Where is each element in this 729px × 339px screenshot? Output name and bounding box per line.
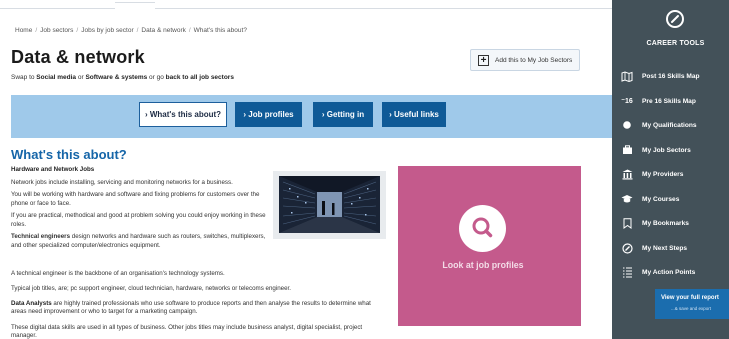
bold-term: Technical engineers [11, 233, 71, 241]
briefcase-icon [620, 144, 634, 156]
sidebar-item-my-providers[interactable]: My Providers [620, 166, 729, 182]
career-tools-sidebar: CAREER TOOLS Post 16 Skills Map ⁻16 Pre … [612, 0, 729, 339]
sidebar-item-my-job-sectors[interactable]: My Job Sectors [620, 142, 729, 158]
paragraph: Network jobs include installing, servici… [11, 178, 233, 186]
breadcrumb-home[interactable]: Home [15, 27, 32, 34]
promo-label: Look at job profiles [442, 260, 524, 270]
server-room-photo-frame [273, 171, 386, 239]
paragraph: Data Analysts are highly trained profess… [11, 300, 386, 317]
sidebar-item-label: Post 16 Skills Map [642, 72, 700, 80]
swap-link-social-media[interactable]: Social media [36, 74, 76, 81]
pre16-icon: ⁻16 [621, 98, 633, 105]
section-body: Hardware and Network Jobs Network jobs i… [11, 166, 268, 254]
search-icon [459, 205, 506, 252]
sidebar-item-label: My Bookmarks [642, 219, 689, 227]
swap-link-software-systems[interactable]: Software & systems [85, 74, 147, 81]
sidebar-item-label: My Providers [642, 170, 684, 178]
graduation-cap-icon [620, 193, 634, 205]
paragraph: You will be working with hardware and so… [11, 191, 260, 207]
add-to-my-job-sectors-button[interactable]: + Add this to My Job Sectors [470, 49, 580, 71]
sidebar-item-pre16-skills-map[interactable]: ⁻16 Pre 16 Skills Map [620, 93, 729, 109]
breadcrumb-jobs-by-sector[interactable]: Jobs by job sector [81, 27, 133, 34]
server-room-photo [279, 176, 380, 233]
paragraph: Typical job titles, are; pc support engi… [11, 285, 291, 292]
tab-whats-this-about[interactable]: › What's this about? [139, 102, 227, 127]
sidebar-item-my-qualifications[interactable]: My Qualifications [620, 117, 729, 133]
swap-or-go: or go [147, 74, 166, 81]
sidebar-title: CAREER TOOLS [646, 40, 705, 47]
compass-icon [620, 242, 634, 254]
paragraph: A technical engineer is the backbone of … [11, 270, 225, 277]
sidebar-item-post16-skills-map[interactable]: Post 16 Skills Map [620, 68, 729, 84]
compass-logo-icon [666, 10, 684, 28]
top-tab-nub [115, 2, 155, 9]
sidebar-item-label: My Qualifications [642, 121, 697, 129]
paragraph: Technical engineers design networks and … [11, 233, 268, 250]
back-to-all-sectors-link[interactable]: back to all job sectors [166, 74, 234, 81]
job-profiles-promo-tile[interactable]: Look at job profiles [398, 166, 581, 326]
paragraph-text: are highly trained professionals who use… [11, 300, 371, 316]
tab-job-profiles[interactable]: › Job profiles [235, 102, 302, 127]
breadcrumb-current: What's this about? [193, 27, 247, 34]
sidebar-item-label: My Action Points [642, 268, 696, 276]
paragraph: If you are practical, methodical and goo… [11, 212, 266, 228]
breadcrumb-job-sectors[interactable]: Job sectors [40, 27, 73, 34]
sidebar-item-my-courses[interactable]: My Courses [620, 191, 729, 207]
paragraph: These digital data skills are used in al… [11, 324, 363, 339]
page-title: Data & network [11, 47, 145, 67]
sidebar-item-my-bookmarks[interactable]: My Bookmarks [620, 215, 729, 231]
top-divider [0, 0, 612, 9]
add-button-label: Add this to My Job Sectors [495, 56, 573, 64]
qualification-icon [620, 119, 634, 131]
bookmark-icon [620, 217, 634, 229]
sidebar-item-my-action-points[interactable]: My Action Points [620, 264, 729, 280]
swap-prefix: Swap to [11, 74, 37, 81]
institution-icon [620, 168, 634, 180]
tab-getting-in[interactable]: › Getting in [313, 102, 373, 127]
section-subheading: Hardware and Network Jobs [11, 166, 95, 173]
sidebar-item-label: Pre 16 Skills Map [642, 97, 696, 105]
plus-icon: + [478, 54, 489, 66]
sidebar-item-label: My Next Steps [642, 244, 688, 252]
tab-useful-links[interactable]: › Useful links [382, 102, 446, 127]
section-title: What's this about? [11, 147, 127, 162]
report-subtitle: ...& save and export [671, 306, 712, 311]
breadcrumb: Home / Job sectors / Jobs by job sector / Data… [15, 27, 247, 34]
checklist-icon [620, 266, 634, 278]
sidebar-item-label: My Courses [642, 195, 680, 203]
bold-term: Data Analysts [11, 300, 52, 307]
breadcrumb-data-network[interactable]: Data & network [141, 27, 185, 34]
sidebar-item-my-next-steps[interactable]: My Next Steps [620, 240, 729, 256]
swap-line: Swap to Social media or Software & syste… [11, 74, 234, 81]
sidebar-item-label: My Job Sectors [642, 146, 691, 154]
section-tab-bar: › What's this about? › Job profiles › Ge… [11, 95, 612, 138]
report-title: View your full report [661, 295, 719, 301]
view-full-report-button[interactable]: View your full report ...& save and expo… [655, 289, 729, 319]
map-icon [620, 70, 634, 82]
main-content: Home / Job sectors / Jobs by job sector / Data… [0, 0, 612, 339]
